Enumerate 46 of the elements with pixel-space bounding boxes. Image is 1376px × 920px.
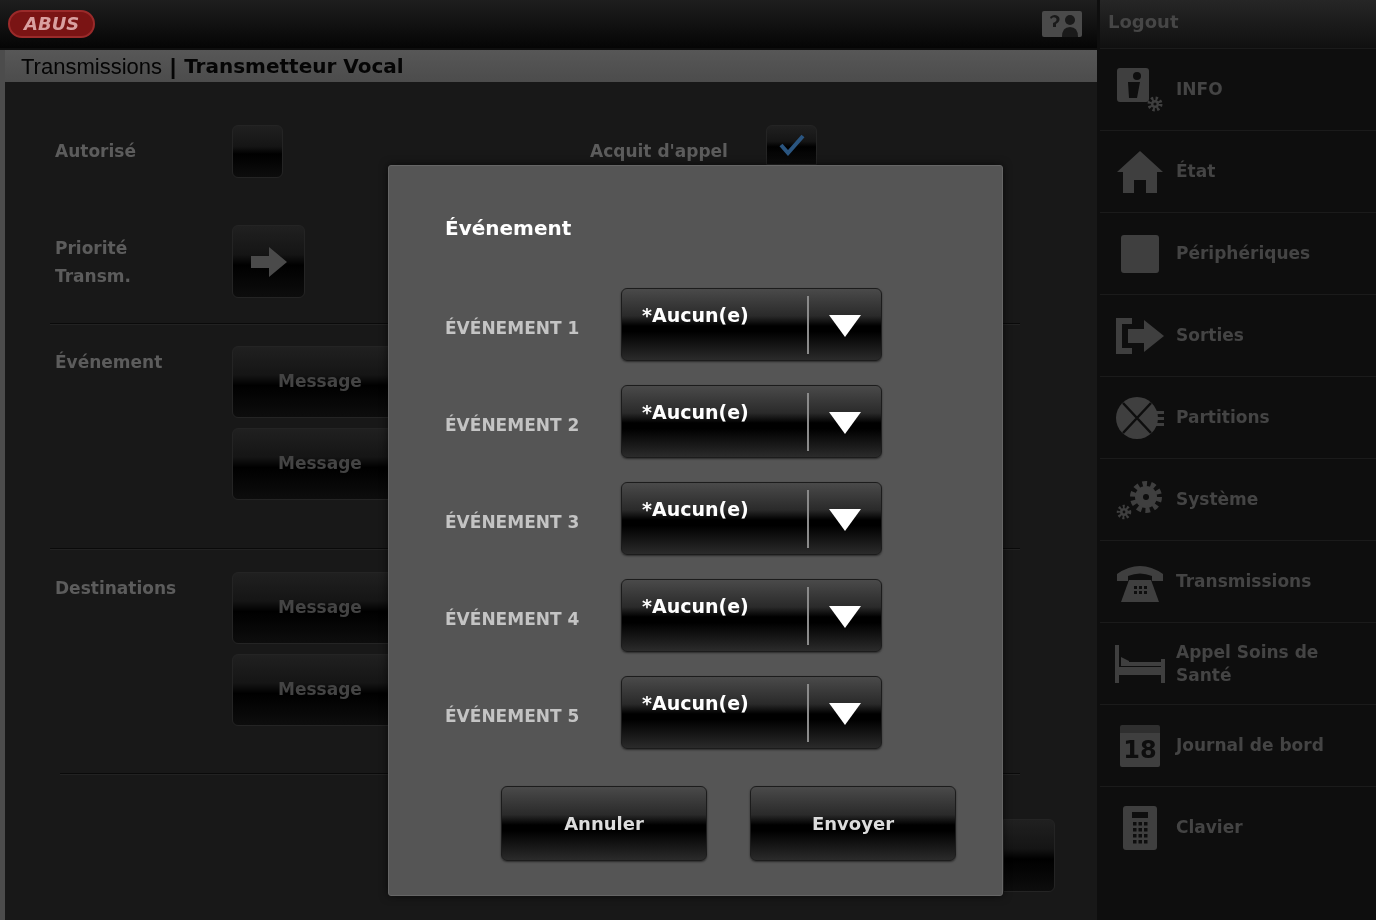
arrow-right-icon bbox=[250, 246, 287, 277]
field-label: Priorité Transm. bbox=[55, 236, 132, 288]
house-icon bbox=[1117, 150, 1163, 193]
event-select[interactable]: *Aucun(e) bbox=[621, 579, 882, 652]
user-help-icon[interactable] bbox=[1042, 11, 1082, 37]
square-icon bbox=[1121, 234, 1159, 273]
caret-down-icon bbox=[829, 314, 861, 337]
breadcrumb-separator: | bbox=[170, 52, 177, 81]
gears-icon bbox=[1116, 479, 1164, 520]
dialog-button[interactable]: Annuler bbox=[501, 786, 707, 861]
caret-down-icon bbox=[829, 702, 861, 725]
message-button[interactable]: Message bbox=[232, 346, 389, 418]
caret-down-icon bbox=[829, 411, 861, 434]
checkbox[interactable] bbox=[232, 125, 283, 178]
button[interactable] bbox=[1003, 819, 1055, 892]
event-label: ÉVÉNEMENT 4 bbox=[445, 608, 580, 629]
event-select[interactable]: *Aucun(e) bbox=[621, 482, 882, 555]
breadcrumb-parent[interactable]: Transmissions bbox=[21, 49, 162, 83]
caret-down-icon bbox=[829, 508, 861, 531]
exit-arrow-icon bbox=[1116, 315, 1164, 356]
event-select[interactable]: *Aucun(e) bbox=[621, 676, 882, 749]
dialog-title: Événement bbox=[445, 216, 572, 240]
keypad-icon bbox=[1123, 805, 1157, 850]
event-label: ÉVÉNEMENT 2 bbox=[445, 414, 580, 435]
info-gear-icon bbox=[1117, 67, 1163, 112]
bed-icon bbox=[1115, 644, 1165, 683]
checkbox[interactable] bbox=[766, 125, 817, 165]
dialog-button[interactable]: Envoyer bbox=[750, 786, 956, 861]
field-label: Acquit d'appel bbox=[590, 140, 728, 161]
check-icon bbox=[778, 134, 805, 156]
group-label: Destinations bbox=[55, 578, 177, 598]
message-button[interactable]: Message bbox=[232, 654, 389, 726]
event-select[interactable]: *Aucun(e) bbox=[621, 288, 882, 361]
group-label: Événement bbox=[55, 352, 163, 372]
event-select[interactable]: *Aucun(e) bbox=[621, 385, 882, 458]
message-button[interactable]: Message bbox=[232, 428, 389, 500]
priority-button[interactable] bbox=[232, 225, 305, 298]
logo: ABUS bbox=[8, 10, 96, 38]
event-label: ÉVÉNEMENT 1 bbox=[445, 317, 580, 338]
breadcrumb-current: Transmetteur Vocal bbox=[184, 53, 404, 80]
field-label: Autorisé bbox=[55, 140, 136, 161]
event-label: ÉVÉNEMENT 3 bbox=[445, 511, 580, 532]
pie-chart-icon bbox=[1116, 395, 1164, 440]
caret-down-icon bbox=[829, 605, 861, 628]
event-label: ÉVÉNEMENT 5 bbox=[445, 705, 580, 726]
message-button[interactable]: Message bbox=[232, 572, 389, 644]
